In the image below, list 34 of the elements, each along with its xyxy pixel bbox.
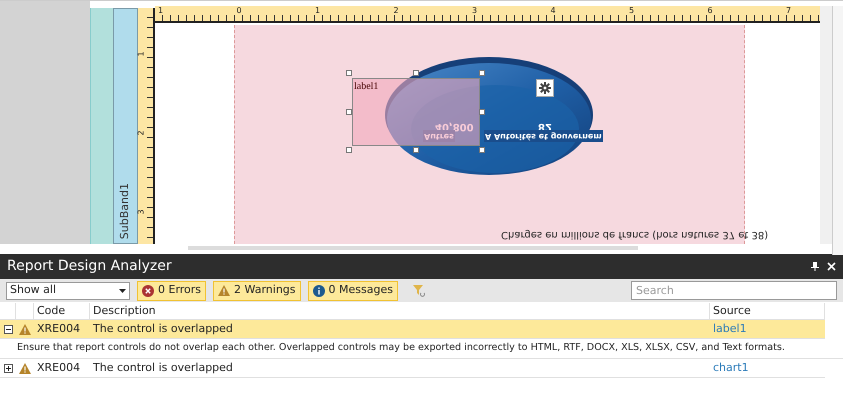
chart-label: Autres (423, 130, 455, 142)
ruler-number: 3 (136, 209, 147, 215)
filter-toggle[interactable]: 0 Errors (137, 280, 206, 300)
source-link[interactable]: chart1 (713, 360, 749, 376)
source-link[interactable]: label1 (713, 320, 747, 338)
table-cell-text: XRE004 (37, 360, 80, 376)
ruler-number: 0 (236, 6, 242, 16)
detail-text: Ensure that report controls do not overlap each other. Overlapped controls may be exported incorrectly to HTML, RTF, DOCX, XLS, XLSX, CSV, and Text formats. (17, 341, 785, 356)
filter-toggle[interactable]: 0 Messages (308, 280, 398, 300)
search-field[interactable]: Search (631, 281, 837, 300)
column-header[interactable]: Description (93, 303, 156, 320)
ruler-number: 7 (786, 6, 792, 16)
ruler-number: 3 (472, 6, 478, 16)
table-cell-text: XRE004 (37, 320, 80, 337)
ruler-number: 1 (136, 51, 147, 57)
ruler-number: 2 (136, 130, 147, 136)
filter-toggle[interactable]: 2 Warnings (213, 280, 300, 300)
ruler-number: 5 (629, 6, 634, 16)
column-header[interactable]: Source (713, 303, 751, 320)
table-cell-text: The control is overlapped (93, 360, 233, 376)
chart-label: A Autorités et gouvernem (484, 130, 603, 142)
table-row[interactable]: XRE004 The control is overlapped label1 (0, 320, 825, 339)
ruler-number: 1 (158, 6, 164, 16)
label-text: label1 (354, 80, 378, 94)
ruler-number: 2 (394, 6, 399, 16)
panel-title: Report Design Analyzer (7, 257, 172, 276)
ruler-number: 1 (315, 6, 320, 16)
table-cell-text: The control is overlapped (93, 320, 233, 337)
ruler-number: 4 (550, 6, 556, 16)
column-header[interactable]: Code (37, 303, 66, 320)
ruler-number: 6 (708, 6, 713, 16)
chart-caption: Charges en millions de francs (hors natures 37 et 38) (501, 228, 768, 242)
band-name: SubBand1 (117, 182, 132, 239)
filter-dropdown[interactable]: Show all (6, 282, 130, 300)
